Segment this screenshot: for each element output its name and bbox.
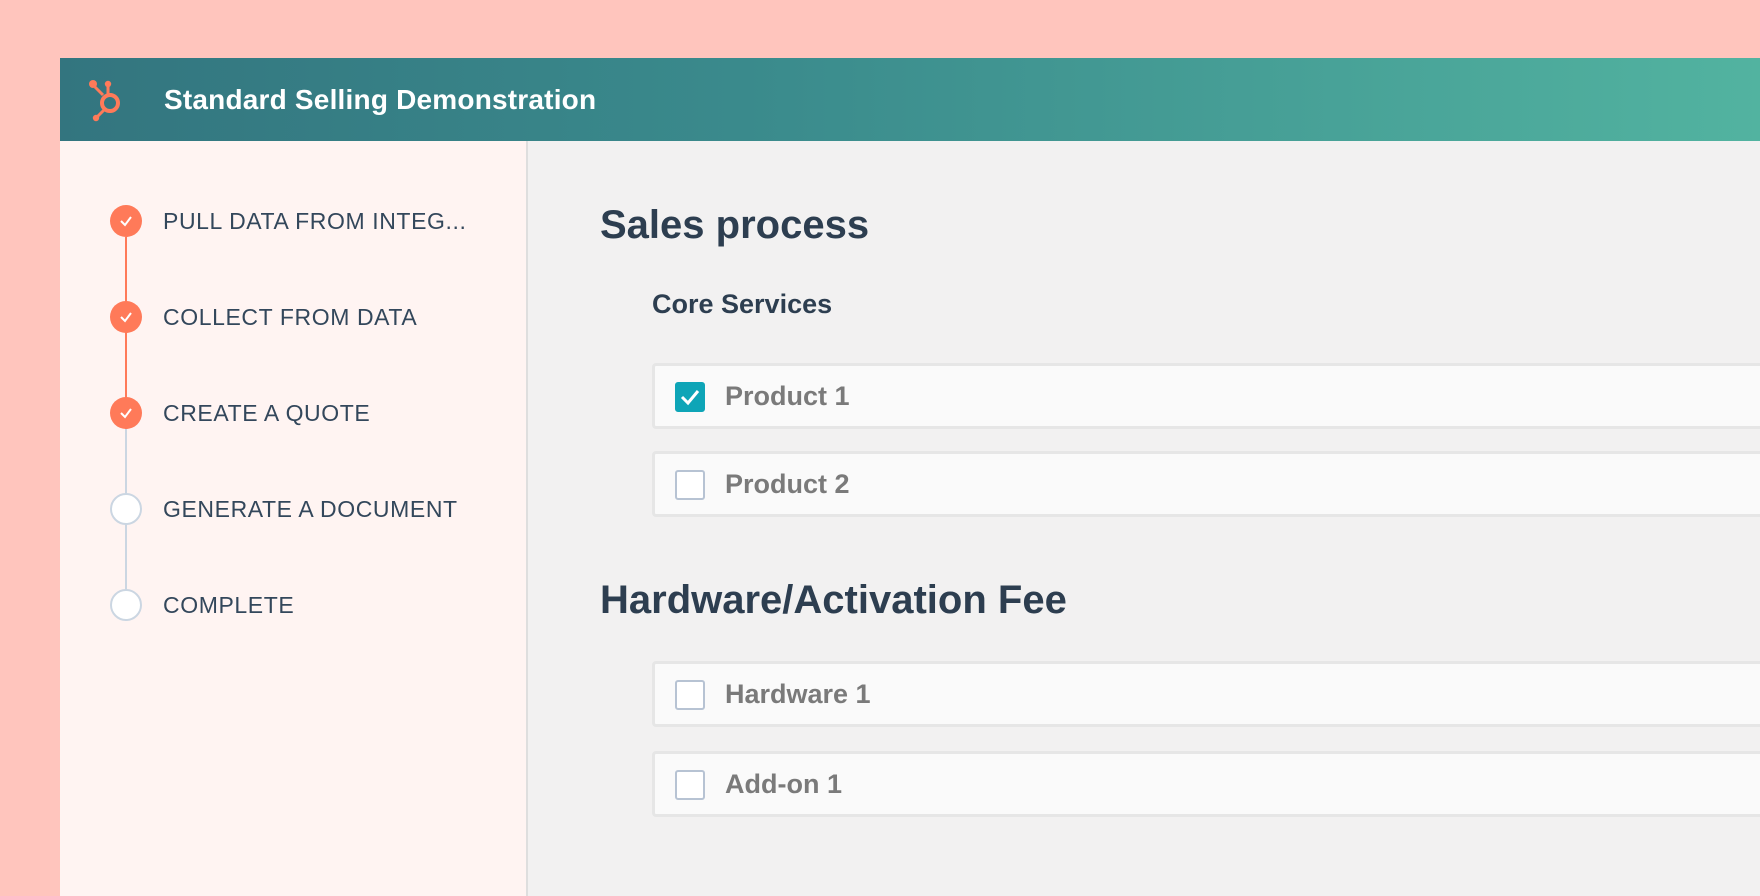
sidebar-step-label: CREATE A QUOTE <box>163 399 371 426</box>
option-row-hardware-1[interactable]: Hardware 1 <box>652 661 1760 727</box>
sidebar-step-label: COLLECT FROM DATA <box>163 303 418 330</box>
option-row-add-on-1[interactable]: Add-on 1 <box>652 751 1760 817</box>
sidebar-step-generate-document[interactable]: GENERATE A DOCUMENT <box>110 491 458 527</box>
app-window: Standard Selling Demonstration PULL DATA… <box>60 58 1760 896</box>
option-label: Hardware 1 <box>725 679 871 709</box>
checkbox-checked[interactable] <box>675 382 705 412</box>
option-label: Add-on 1 <box>725 769 842 799</box>
step-sidebar: PULL DATA FROM INTEG... COLLECT FROM DAT… <box>60 141 528 896</box>
empty-circle-icon <box>110 589 142 621</box>
option-label: Product 2 <box>725 469 850 499</box>
checkbox-unchecked[interactable] <box>675 470 705 500</box>
check-icon <box>110 205 142 237</box>
checkbox-unchecked[interactable] <box>675 770 705 800</box>
checkbox-unchecked[interactable] <box>675 680 705 710</box>
empty-circle-icon <box>110 493 142 525</box>
option-label: Product 1 <box>725 381 850 411</box>
hubspot-sprocket-icon[interactable] <box>86 78 130 122</box>
app-header: Standard Selling Demonstration <box>60 58 1760 141</box>
section-title-sales-process: Sales process <box>600 203 870 247</box>
sidebar-step-label: COMPLETE <box>163 591 295 618</box>
check-icon <box>110 397 142 429</box>
sidebar-step-complete[interactable]: COMPLETE <box>110 587 294 623</box>
option-row-product-1[interactable]: Product 1 <box>652 363 1760 429</box>
sidebar-step-pull-data[interactable]: PULL DATA FROM INTEG... <box>110 203 466 239</box>
main-content: Sales process Core Services Product 1 Pr… <box>528 141 1760 896</box>
app-title: Standard Selling Demonstration <box>164 84 597 115</box>
option-row-product-2[interactable]: Product 2 <box>652 451 1760 517</box>
sidebar-step-create-quote[interactable]: CREATE A QUOTE <box>110 395 370 431</box>
section-title-hardware-activation-fee: Hardware/Activation Fee <box>600 578 1067 622</box>
group-title-core-services: Core Services <box>652 289 833 319</box>
check-icon <box>110 301 142 333</box>
sidebar-step-collect-data[interactable]: COLLECT FROM DATA <box>110 299 417 335</box>
sidebar-step-label: GENERATE A DOCUMENT <box>163 495 458 522</box>
sidebar-step-label: PULL DATA FROM INTEG... <box>163 207 467 234</box>
